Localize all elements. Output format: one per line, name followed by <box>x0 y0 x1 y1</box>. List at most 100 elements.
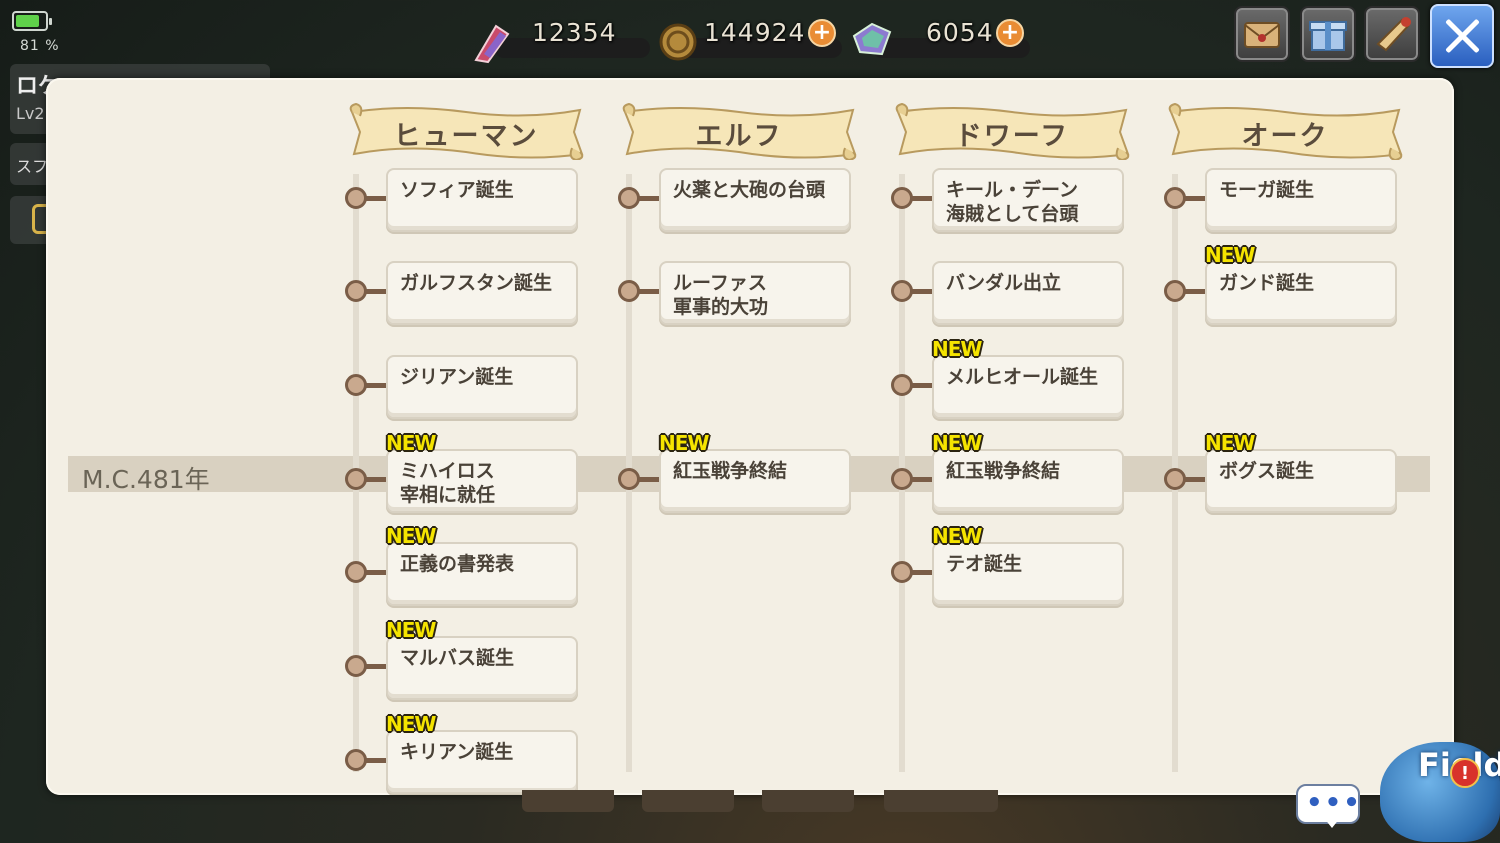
race-header-ribbon: ヒューマン <box>346 102 586 160</box>
player-level: Lv2 <box>16 104 45 123</box>
event-card[interactable]: キリアン誕生 <box>386 730 578 794</box>
timeline-node <box>891 468 913 490</box>
timeline-node <box>1164 468 1186 490</box>
add-gem-button[interactable]: + <box>996 19 1024 47</box>
event-title: 紅玉戦争終結 <box>946 460 1061 482</box>
event-card[interactable]: テオ誕生 <box>932 542 1124 606</box>
field-button[interactable]: Field ! <box>1372 736 1500 843</box>
timeline-node <box>1164 280 1186 302</box>
field-alert-badge: ! <box>1450 758 1480 788</box>
event-card[interactable]: ジリアン誕生 <box>386 355 578 419</box>
timeline-node <box>345 374 367 396</box>
new-badge: NEW <box>932 524 982 548</box>
bottom-tab[interactable] <box>642 790 734 812</box>
timeline-connector <box>639 289 659 294</box>
horn-icon <box>1376 17 1411 52</box>
resource-gold: 144924 + <box>656 8 846 61</box>
close-button[interactable] <box>1430 4 1494 68</box>
event-title: ガンド誕生 <box>1219 272 1315 294</box>
event-title: ミハイロス 宰相に就任 <box>400 460 496 506</box>
race-header-ribbon: オーク <box>1165 102 1405 160</box>
event-card[interactable]: ミハイロス 宰相に就任 <box>386 449 578 513</box>
timeline-node <box>345 561 367 583</box>
mail-button[interactable] <box>1234 6 1290 62</box>
timeline-connector <box>639 196 659 201</box>
timeline-node <box>345 280 367 302</box>
event-title: キリアン誕生 <box>400 741 514 763</box>
timeline-connector <box>912 289 932 294</box>
bottom-tab[interactable] <box>762 790 854 812</box>
side-button-sp-label: スフ <box>16 157 49 176</box>
event-card[interactable]: 紅玉戦争終結 <box>932 449 1124 513</box>
gold-coin-icon <box>659 23 697 61</box>
timeline-connector <box>366 383 386 388</box>
new-badge: NEW <box>386 524 436 548</box>
event-title: ボグス誕生 <box>1219 460 1315 482</box>
timeline-connector <box>366 477 386 482</box>
battery-percent: 81 % <box>20 38 60 54</box>
resource-crystal-value: 12354 <box>532 18 617 47</box>
gem-icon <box>852 22 892 56</box>
race-header-label: ヒューマン <box>393 121 539 152</box>
chat-button[interactable]: ••• <box>1296 784 1362 828</box>
event-card[interactable]: バンダル出立 <box>932 261 1124 325</box>
horn-button[interactable] <box>1364 6 1420 62</box>
timeline-node <box>891 561 913 583</box>
timeline-connector <box>912 196 932 201</box>
gift-box-icon <box>1309 21 1347 51</box>
resource-gem-value: 6054 <box>926 18 994 47</box>
race-header-ribbon: ドワーフ <box>892 102 1132 160</box>
crystal-icon <box>474 24 510 64</box>
race-header-ribbon: エルフ <box>619 102 859 160</box>
timeline-connector <box>1185 477 1205 482</box>
new-badge: NEW <box>386 431 436 455</box>
timeline-node <box>891 280 913 302</box>
new-badge: NEW <box>1205 243 1255 267</box>
new-badge: NEW <box>932 337 982 361</box>
event-title: ガルフスタン誕生 <box>400 272 553 294</box>
event-title: ソフィア誕生 <box>400 179 514 201</box>
timeline-connector <box>639 477 659 482</box>
timeline-node <box>345 187 367 209</box>
event-card[interactable]: ガンド誕生 <box>1205 261 1397 325</box>
event-card[interactable]: マルバス誕生 <box>386 636 578 700</box>
event-title: バンダル出立 <box>946 272 1061 294</box>
event-card[interactable]: ルーファス 軍事的大功 <box>659 261 851 325</box>
event-title: 紅玉戦争終結 <box>673 460 788 482</box>
event-card[interactable]: 正義の書発表 <box>386 542 578 606</box>
bottom-tab[interactable] <box>884 790 998 812</box>
race-header-label: オーク <box>1241 121 1329 152</box>
event-title: モーガ誕生 <box>1219 179 1315 201</box>
add-gold-button[interactable]: + <box>808 19 836 47</box>
timeline-node <box>618 468 640 490</box>
history-panel: M.C.481年 ヒューマンソフィア誕生ガルフスタン誕生ジリアン誕生ミハイロス … <box>46 78 1454 795</box>
timeline-node <box>345 655 367 677</box>
new-badge: NEW <box>659 431 709 455</box>
event-card[interactable]: 火薬と大砲の台頭 <box>659 168 851 232</box>
timeline-node <box>1164 187 1186 209</box>
timeline-node <box>345 749 367 771</box>
event-card[interactable]: キール・デーン 海賊として台頭 <box>932 168 1124 232</box>
battery-level <box>16 15 39 27</box>
event-card[interactable]: モーガ誕生 <box>1205 168 1397 232</box>
year-label: M.C.481年 <box>82 465 210 494</box>
event-title: テオ誕生 <box>946 553 1023 575</box>
timeline-connector <box>1185 289 1205 294</box>
race-header-label: エルフ <box>695 121 783 152</box>
event-card[interactable]: メルヒオール誕生 <box>932 355 1124 419</box>
gift-button[interactable] <box>1300 6 1356 62</box>
event-card[interactable]: ソフィア誕生 <box>386 168 578 232</box>
timeline-connector <box>366 664 386 669</box>
event-title: 火薬と大砲の台頭 <box>673 179 826 201</box>
bottom-tab[interactable] <box>522 790 614 812</box>
event-card[interactable]: ボグス誕生 <box>1205 449 1397 513</box>
timeline-connector <box>912 383 932 388</box>
timeline-node <box>345 468 367 490</box>
event-card[interactable]: ガルフスタン誕生 <box>386 261 578 325</box>
timeline-connector <box>366 289 386 294</box>
event-title: 正義の書発表 <box>400 553 515 575</box>
event-title: メルヒオール誕生 <box>946 366 1099 388</box>
chat-dots: ••• <box>1306 788 1362 818</box>
timeline-node <box>891 374 913 396</box>
event-card[interactable]: 紅玉戦争終結 <box>659 449 851 513</box>
